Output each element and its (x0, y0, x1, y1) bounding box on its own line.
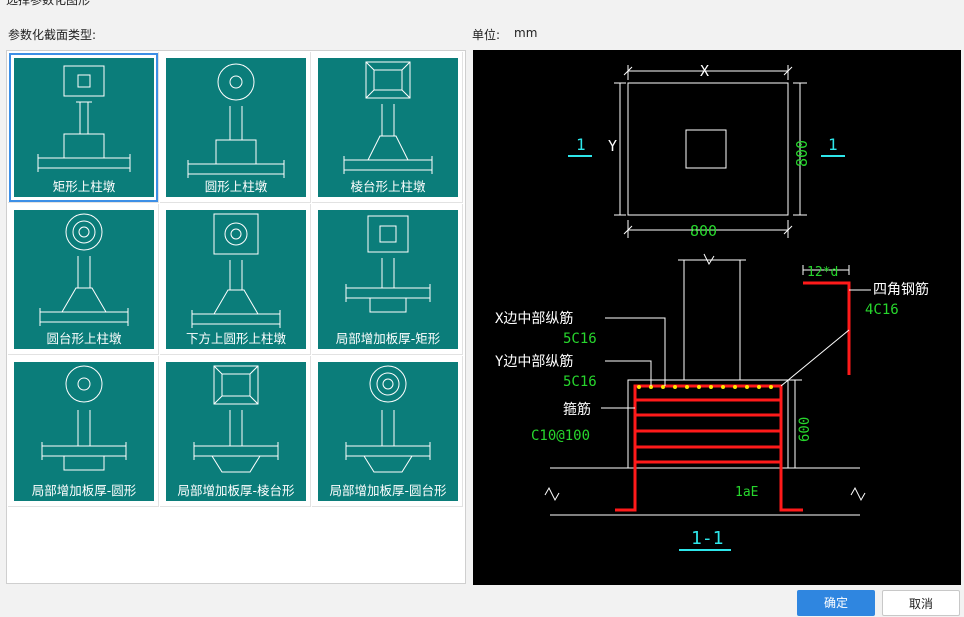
dim-x-label: X (700, 62, 709, 80)
tile-label: 下方上圆形上柱墩 (185, 331, 286, 346)
y-mid-bars-value: 5C16 (563, 374, 597, 390)
anchor-len: 12*d (807, 265, 838, 280)
tile-bg: 棱台形上柱墩 (318, 58, 458, 197)
tile-label: 局部增加板厚-矩形 (335, 331, 441, 346)
tile-bg: 局部增加板厚-圆台形 (318, 362, 458, 501)
corner-bars-value: 4C16 (865, 302, 899, 318)
section-type-label: 参数化截面类型: (8, 28, 97, 42)
tile-rect-pier[interactable]: 矩形上柱墩 (8, 52, 159, 203)
tile-label: 局部增加板厚-棱台形 (177, 483, 295, 498)
dim-800-h: 800 (690, 222, 717, 240)
plan-column (685, 129, 727, 169)
tile-label: 圆形上柱墩 (204, 179, 268, 194)
dim-y-label: Y (608, 137, 617, 155)
tile-bg: 局部增加板厚-圆形 (14, 362, 154, 501)
tile-cone-frustum-pier[interactable]: 圆台形上柱墩 (8, 204, 159, 355)
dialog-title: 选择参数化图形 (6, 0, 91, 7)
tile-bg: 局部增加板厚-矩形 (318, 210, 458, 349)
tile-bg: 矩形上柱墩 (14, 58, 154, 197)
tile-slab-thicken-rect[interactable]: 局部增加板厚-矩形 (312, 204, 463, 355)
tile-slab-thicken-cone[interactable]: 局部增加板厚-圆台形 (312, 356, 463, 507)
tile-slab-thicken-frustum[interactable]: 局部增加板厚-棱台形 (160, 356, 311, 507)
tile-label: 棱台形上柱墩 (350, 179, 426, 194)
tile-label: 局部增加板厚-圆形 (31, 483, 137, 498)
plan-outline (627, 82, 789, 216)
cancel-button[interactable]: 取消 (882, 590, 960, 616)
section-title: 1-1 (691, 528, 724, 549)
tile-label: 圆台形上柱墩 (46, 331, 122, 346)
tile-label: 局部增加板厚-圆台形 (329, 483, 447, 498)
dialog-titlebar: 选择参数化图形 ✕ (0, 0, 964, 7)
ok-button[interactable]: 确定 (797, 590, 875, 616)
tile-bg: 圆台形上柱墩 (14, 210, 154, 349)
tile-slab-thicken-round[interactable]: 局部增加板厚-圆形 (8, 356, 159, 507)
tile-round-pier[interactable]: 圆形上柱墩 (160, 52, 311, 203)
section-type-grid: 矩形上柱墩 圆形上柱墩 棱台形上柱墩 圆台形上柱墩 下方上圆形上柱墩 局部增加板… (6, 50, 466, 584)
close-icon[interactable]: ✕ (944, 0, 956, 5)
x-mid-bars-label: X边中部纵筋 (495, 310, 573, 327)
cad-preview: X 800 800 Y 1 1 12*d 四角钢筋 4C16 600 X边中部纵… (473, 50, 961, 585)
tile-bg: 局部增加板厚-棱台形 (166, 362, 306, 501)
x-mid-bars-value: 5C16 (563, 331, 597, 347)
dim-800-v: 800 (793, 140, 811, 167)
cad-drawing: X 800 800 Y 1 1 12*d 四角钢筋 4C16 600 X边中部纵… (495, 62, 929, 551)
unit-label: 单位: (472, 28, 501, 42)
tile-square-round-pier[interactable]: 下方上圆形上柱墩 (160, 204, 311, 355)
stirrup-label: 箍筋 (563, 401, 591, 418)
unit-value: mm (514, 26, 538, 40)
section-mark-left: 1 (576, 135, 586, 154)
lae-label: 1aE (735, 485, 758, 500)
dim-height: 600 (797, 417, 813, 442)
tile-label: 矩形上柱墩 (52, 179, 116, 194)
corner-bars-label: 四角钢筋 (873, 281, 929, 298)
y-mid-bars-label: Y边中部纵筋 (495, 353, 573, 370)
tile-frustum-pier[interactable]: 棱台形上柱墩 (312, 52, 463, 203)
tile-bg: 下方上圆形上柱墩 (166, 210, 306, 349)
stirrup-value: C10@100 (531, 428, 590, 444)
section-mark-right: 1 (828, 135, 838, 154)
tile-bg: 圆形上柱墩 (166, 58, 306, 197)
